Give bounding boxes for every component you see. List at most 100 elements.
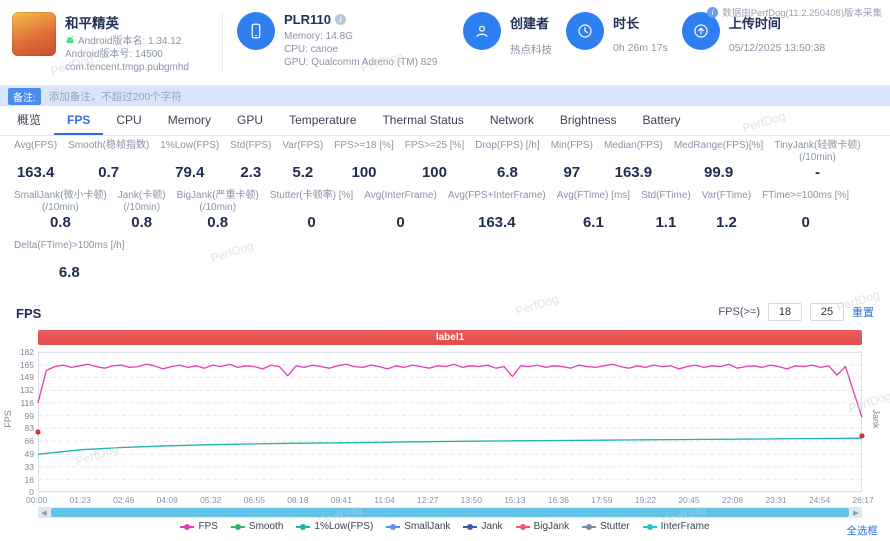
metric-value: 6.1 <box>557 214 630 231</box>
app-version-name: Android版本名: 1.34.12 <box>78 35 181 48</box>
device-gpu: GPU: Qualcomm Adreno (TM) 829 <box>284 56 437 69</box>
metric-label: MedRange(FPS)[%] <box>674 140 763 164</box>
legend-item-InterFrame[interactable]: InterFrame <box>643 521 710 532</box>
metric-label: Avg(InterFrame) <box>364 190 437 214</box>
legend-item-1%Low(FPS)[interactable]: 1%Low(FPS) <box>296 521 373 532</box>
tab-Temperature[interactable]: Temperature <box>276 106 369 135</box>
person-icon <box>463 12 501 50</box>
x-axis-tick: 24:54 <box>809 495 830 505</box>
watermark: PerfDog <box>514 292 560 319</box>
tab-Brightness[interactable]: Brightness <box>547 106 630 135</box>
tab-CPU[interactable]: CPU <box>103 106 154 135</box>
metrics-row-3: Delta(FTime)>100ms [/h]6.8 <box>14 240 882 281</box>
clock-icon <box>566 12 604 50</box>
metric-cell: FTime>=100ms [%]0 <box>762 190 849 231</box>
note-bar: 备注: 添加备注，不超过200个字符 <box>0 86 890 106</box>
duration-label: 时长 <box>613 13 668 32</box>
metric-value: 6.8 <box>14 264 125 281</box>
x-axis-tick: 06:55 <box>244 495 265 505</box>
metric-label: Std(FTime) <box>641 190 691 214</box>
duration-value: 0h 26m 17s <box>613 42 668 54</box>
metric-cell: 1%Low(FPS)79.4 <box>160 140 219 181</box>
x-axis-tick: 09:41 <box>331 495 352 505</box>
metric-label: FTime>=100ms [%] <box>762 190 849 214</box>
y-axis-tick: 149 <box>8 373 34 382</box>
legend-marker-icon <box>643 526 657 528</box>
device-info: PLR110 i Memory: 14.8G CPU: canoe GPU: Q… <box>237 12 449 69</box>
info-icon: i <box>707 7 718 18</box>
metric-label: Std(FPS) <box>230 140 271 164</box>
legend-label: Smooth <box>249 521 283 532</box>
legend-label: Jank <box>481 521 502 532</box>
legend-label: InterFrame <box>661 521 710 532</box>
legend-item-Jank[interactable]: Jank <box>463 521 502 532</box>
legend-item-SmallJank[interactable]: SmallJank <box>386 521 450 532</box>
tab-Thermal Status[interactable]: Thermal Status <box>369 106 476 135</box>
metric-value: 0.8 <box>14 214 107 231</box>
metric-label: 1%Low(FPS) <box>160 140 219 164</box>
metric-cell: Median(FPS)163.9 <box>604 140 663 181</box>
metric-cell: FPS>=18 [%]100 <box>334 140 393 181</box>
tabs: 概览FPSCPUMemoryGPUTemperatureThermal Stat… <box>0 106 890 136</box>
metric-value: 163.4 <box>448 214 546 231</box>
x-axis-tick: 12:27 <box>417 495 438 505</box>
device-cpu: CPU: canoe <box>284 43 437 56</box>
metric-value: 0 <box>270 214 353 231</box>
scrollbar-right-arrow[interactable]: ▶ <box>850 507 862 518</box>
chart-label-bar[interactable]: label1 <box>38 330 862 345</box>
metric-label: Avg(FPS) <box>14 140 57 164</box>
device-info-icon[interactable]: i <box>335 14 346 25</box>
chart-scrollbar[interactable]: ◀ ▶ <box>38 507 862 518</box>
header-divider <box>222 12 223 72</box>
tab-Network[interactable]: Network <box>477 106 547 135</box>
x-axis-tick: 26:17 <box>852 495 873 505</box>
phone-icon <box>237 12 275 50</box>
select-all-link[interactable]: 全选框 <box>847 523 879 538</box>
scrollbar-left-arrow[interactable]: ◀ <box>38 507 50 518</box>
x-axis-tick: 15:13 <box>504 495 525 505</box>
metric-cell: Std(FPS)2.3 <box>230 140 271 181</box>
legend-marker-icon <box>386 526 400 528</box>
fps-section-title: FPS <box>16 306 41 321</box>
tab-Battery[interactable]: Battery <box>630 106 694 135</box>
tab-Memory[interactable]: Memory <box>155 106 224 135</box>
metric-value: 97 <box>551 164 593 181</box>
metric-cell: Avg(FPS)163.4 <box>14 140 57 181</box>
metric-label: SmallJank(微小卡顿) (/10min) <box>14 190 107 214</box>
metric-label: TinyJank(轻微卡顿) (/10min) <box>774 140 860 164</box>
legend-label: SmallJank <box>404 521 450 532</box>
metric-value: 6.8 <box>475 164 539 181</box>
legend-marker-icon <box>231 526 245 528</box>
metric-cell: Var(FTime)1.2 <box>702 190 751 231</box>
note-input[interactable]: 添加备注，不超过200个字符 <box>49 89 182 104</box>
legend-item-BigJank[interactable]: BigJank <box>516 521 570 532</box>
metric-label: BigJank(严重卡顿) (/10min) <box>177 190 259 214</box>
tab-概览[interactable]: 概览 <box>4 106 54 135</box>
tab-GPU[interactable]: GPU <box>224 106 276 135</box>
app-title: 和平精英 <box>65 12 189 32</box>
y-axis-tick: 165 <box>8 361 34 370</box>
metric-value: 100 <box>334 164 393 181</box>
metric-cell: BigJank(严重卡顿) (/10min)0.8 <box>177 190 259 231</box>
metric-label: FPS>=18 [%] <box>334 140 393 164</box>
metric-value: 0 <box>364 214 437 231</box>
x-axis-tick: 00:00 <box>26 495 47 505</box>
legend-item-Stutter[interactable]: Stutter <box>582 521 629 532</box>
reset-link[interactable]: 重置 <box>852 304 874 320</box>
legend-item-FPS[interactable]: FPS <box>180 521 217 532</box>
legend-label: 1%Low(FPS) <box>314 521 373 532</box>
metric-value: 99.9 <box>674 164 763 181</box>
fps-threshold-input-1[interactable] <box>768 303 802 321</box>
metric-cell: Avg(FTime) [ms]6.1 <box>557 190 630 231</box>
metric-label: Jank(卡顿) (/10min) <box>118 190 166 214</box>
metric-cell: Var(FPS)5.2 <box>282 140 323 181</box>
legend-item-Smooth[interactable]: Smooth <box>231 521 283 532</box>
legend-marker-icon <box>582 526 596 528</box>
fps-threshold-input-2[interactable] <box>810 303 844 321</box>
scrollbar-thumb[interactable] <box>51 508 849 517</box>
tab-FPS[interactable]: FPS <box>54 106 103 135</box>
creator-label: 创建者 <box>510 13 552 32</box>
x-axis-tick: 13:50 <box>461 495 482 505</box>
x-axis: 00:0001:2302:4604:0905:3206:5508:1809:41… <box>26 495 874 505</box>
metric-value: 79.4 <box>160 164 219 181</box>
